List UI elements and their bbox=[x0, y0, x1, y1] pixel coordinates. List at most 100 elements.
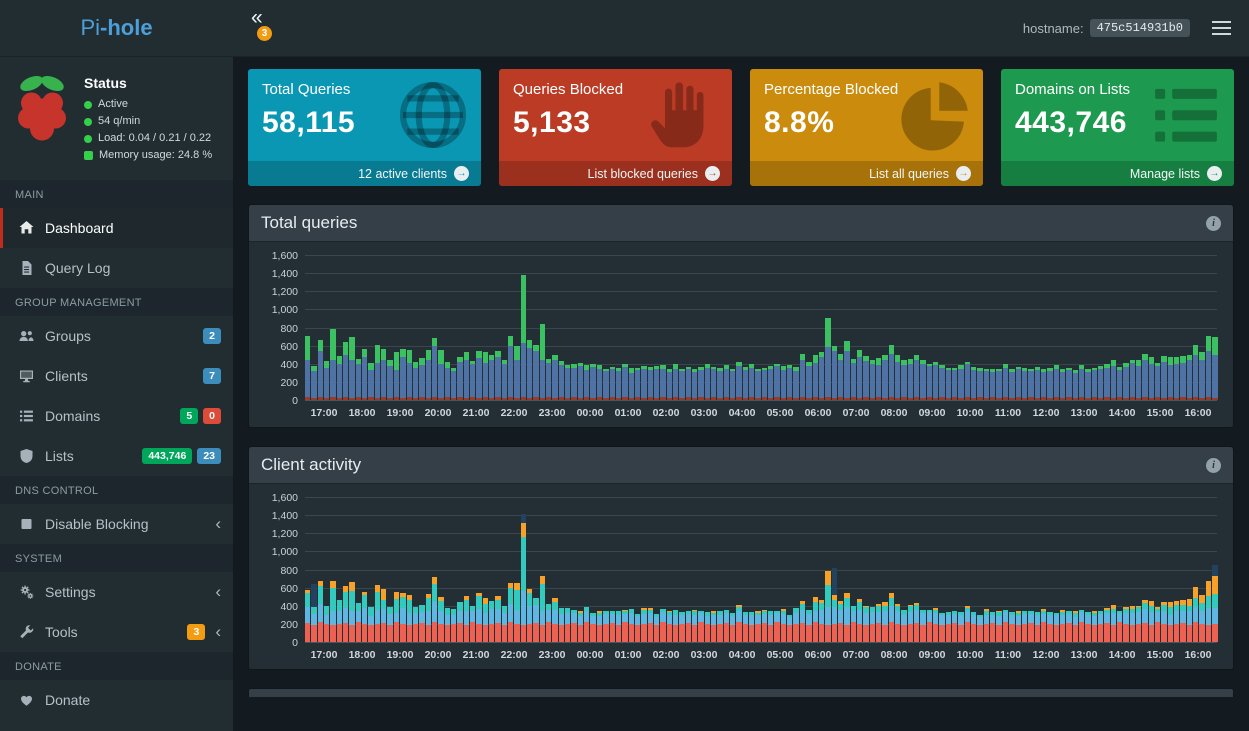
chart-bar[interactable] bbox=[825, 256, 830, 400]
chart-bar[interactable] bbox=[908, 498, 913, 642]
chart-bar[interactable] bbox=[920, 498, 925, 642]
chart-bar[interactable] bbox=[590, 498, 595, 642]
chart-bar[interactable] bbox=[546, 256, 551, 400]
chart-bar[interactable] bbox=[762, 498, 767, 642]
chart-bar[interactable] bbox=[654, 256, 659, 400]
sidebar-item-disable-blocking[interactable]: Disable Blocking ‹ bbox=[0, 504, 233, 544]
chart-bar[interactable] bbox=[610, 256, 615, 400]
chart-bar[interactable] bbox=[1092, 256, 1097, 400]
chart-bar[interactable] bbox=[838, 256, 843, 400]
chart-bar[interactable] bbox=[679, 498, 684, 642]
chart-bar[interactable] bbox=[793, 256, 798, 400]
chart-bar[interactable] bbox=[451, 256, 456, 400]
chart-bar[interactable] bbox=[1035, 256, 1040, 400]
chart-bar[interactable] bbox=[552, 256, 557, 400]
chart-bar[interactable] bbox=[1016, 498, 1021, 642]
chart-bar[interactable] bbox=[527, 256, 532, 400]
chart-bar[interactable] bbox=[698, 256, 703, 400]
chart-bar[interactable] bbox=[787, 498, 792, 642]
chart-bar[interactable] bbox=[711, 256, 716, 400]
chart-bar[interactable] bbox=[965, 256, 970, 400]
chart-bar[interactable] bbox=[813, 498, 818, 642]
chart-bar[interactable] bbox=[863, 256, 868, 400]
chart-bar[interactable] bbox=[1047, 256, 1052, 400]
chart-bar[interactable] bbox=[800, 498, 805, 642]
chart-bar[interactable] bbox=[1161, 256, 1166, 400]
chart-bar[interactable] bbox=[565, 256, 570, 400]
sidebar-item-domains[interactable]: Domains 5 0 bbox=[0, 396, 233, 436]
chart-bar[interactable] bbox=[851, 498, 856, 642]
chart-bar[interactable] bbox=[426, 498, 431, 642]
chart-bar[interactable] bbox=[1054, 256, 1059, 400]
chart-bar[interactable] bbox=[870, 498, 875, 642]
chart-bar[interactable] bbox=[876, 498, 881, 642]
chart-bar[interactable] bbox=[635, 256, 640, 400]
chart-bar[interactable] bbox=[717, 256, 722, 400]
chart-bar[interactable] bbox=[711, 498, 716, 642]
chart-bar[interactable] bbox=[540, 256, 545, 400]
chart-bar[interactable] bbox=[1212, 256, 1217, 400]
chart-bar[interactable] bbox=[571, 256, 576, 400]
chart-bar[interactable] bbox=[660, 498, 665, 642]
chart-bar[interactable] bbox=[1142, 498, 1147, 642]
chart-bar[interactable] bbox=[1079, 498, 1084, 642]
chart-bar[interactable] bbox=[825, 498, 830, 642]
chart-bar[interactable] bbox=[330, 498, 335, 642]
chart-bar[interactable] bbox=[622, 256, 627, 400]
chart-bar[interactable] bbox=[375, 498, 380, 642]
sidebar-item-lists[interactable]: Lists 443,746 23 bbox=[0, 436, 233, 476]
chart-bar[interactable] bbox=[730, 256, 735, 400]
chart-bar[interactable] bbox=[996, 498, 1001, 642]
chart-bar[interactable] bbox=[1073, 256, 1078, 400]
chart-bar[interactable] bbox=[870, 256, 875, 400]
chart-bar[interactable] bbox=[736, 256, 741, 400]
chart-bar[interactable] bbox=[819, 256, 824, 400]
chart-bar[interactable] bbox=[927, 256, 932, 400]
chart-bar[interactable] bbox=[533, 498, 538, 642]
chart-bar[interactable] bbox=[394, 256, 399, 400]
chart-bar[interactable] bbox=[705, 498, 710, 642]
chart-bar[interactable] bbox=[857, 256, 862, 400]
chart-bar[interactable] bbox=[977, 498, 982, 642]
chart-bar[interactable] bbox=[939, 498, 944, 642]
chart-bar[interactable] bbox=[908, 256, 913, 400]
chart-bar[interactable] bbox=[540, 498, 545, 642]
chart-bar[interactable] bbox=[337, 256, 342, 400]
chart-bar[interactable] bbox=[882, 498, 887, 642]
chart-bar[interactable] bbox=[946, 498, 951, 642]
chart-bar[interactable] bbox=[768, 498, 773, 642]
chart-bar[interactable] bbox=[508, 256, 513, 400]
chart-bar[interactable] bbox=[476, 256, 481, 400]
chart-bar[interactable] bbox=[1066, 498, 1071, 642]
chart-bar[interactable] bbox=[419, 256, 424, 400]
chart-bar[interactable] bbox=[1098, 256, 1103, 400]
chart-bar[interactable] bbox=[793, 498, 798, 642]
chart-bar[interactable] bbox=[584, 498, 589, 642]
chart-bar[interactable] bbox=[1130, 256, 1135, 400]
chart-bar[interactable] bbox=[1092, 498, 1097, 642]
chart-bar[interactable] bbox=[882, 256, 887, 400]
chart-bar[interactable] bbox=[1054, 498, 1059, 642]
chart-bar[interactable] bbox=[514, 256, 519, 400]
chart-bar[interactable] bbox=[565, 498, 570, 642]
chart-bar[interactable] bbox=[1003, 498, 1008, 642]
chart-bar[interactable] bbox=[895, 256, 900, 400]
notification-badge[interactable]: 3 bbox=[257, 26, 272, 41]
chart-bar[interactable] bbox=[692, 498, 697, 642]
chart-bar[interactable] bbox=[844, 498, 849, 642]
chart-bar[interactable] bbox=[432, 256, 437, 400]
chart-bar[interactable] bbox=[933, 498, 938, 642]
chart-bar[interactable] bbox=[1104, 498, 1109, 642]
chart-bar[interactable] bbox=[641, 498, 646, 642]
chart-bar[interactable] bbox=[977, 256, 982, 400]
chart-bar[interactable] bbox=[876, 256, 881, 400]
chart-bar[interactable] bbox=[895, 498, 900, 642]
chart-bar[interactable] bbox=[844, 256, 849, 400]
chart-bar[interactable] bbox=[521, 498, 526, 642]
chart-bar[interactable] bbox=[774, 498, 779, 642]
chart-bar[interactable] bbox=[1187, 498, 1192, 642]
chart-bar[interactable] bbox=[787, 256, 792, 400]
chart-bar[interactable] bbox=[838, 498, 843, 642]
chart-bar[interactable] bbox=[806, 498, 811, 642]
chart-bar[interactable] bbox=[863, 498, 868, 642]
